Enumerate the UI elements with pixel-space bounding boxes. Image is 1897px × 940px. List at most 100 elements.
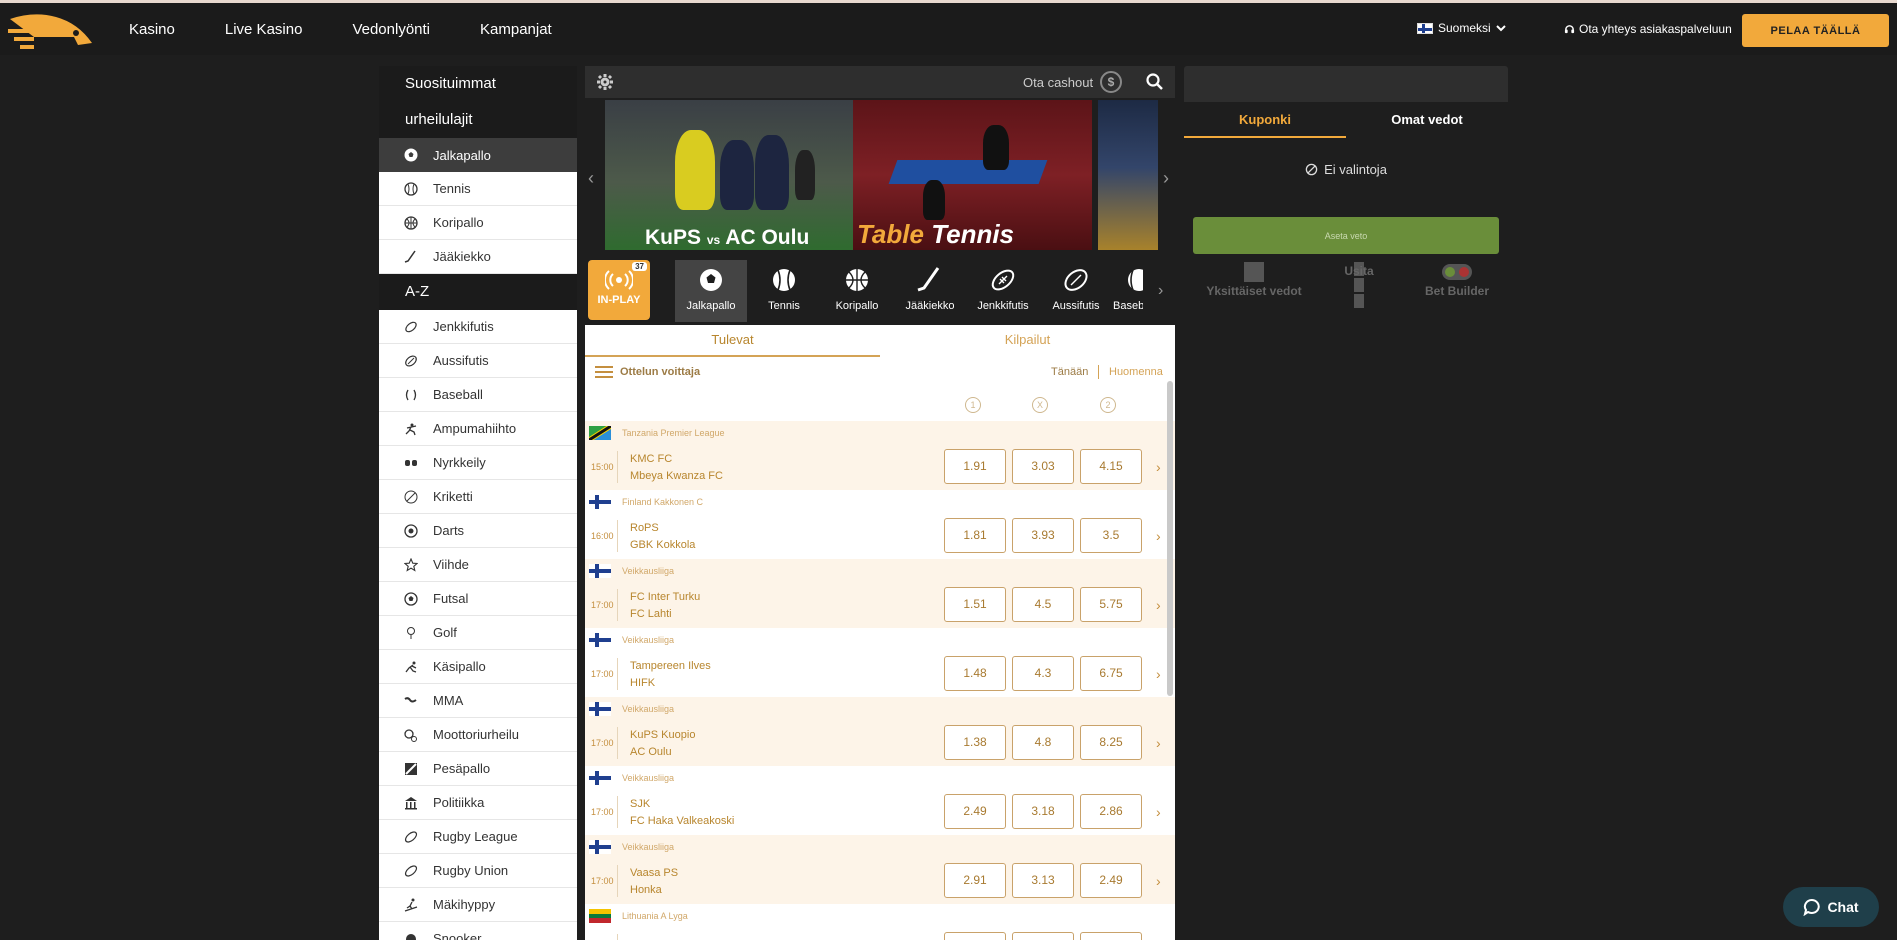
odd-draw-button[interactable]: 3.03 — [1012, 449, 1074, 484]
league-name[interactable]: Veikkausliiga — [622, 635, 674, 645]
sidebar-item-mma[interactable]: MMA — [379, 684, 577, 718]
support-link[interactable]: Ota yhteys asiakaspalveluun — [1564, 22, 1732, 36]
tab-tulevat[interactable]: Tulevat — [585, 325, 880, 357]
odd-away-button[interactable]: 6.75 — [1080, 656, 1142, 691]
odd-home-button[interactable]: 1.48 — [944, 656, 1006, 691]
sidebar-item-nyrkkeily[interactable]: Nyrkkeily — [379, 446, 577, 480]
sidebar-item-rugby-union[interactable]: Rugby Union — [379, 854, 577, 888]
sidebar-item-moottoriurheilu[interactable]: Moottoriurheilu — [379, 718, 577, 752]
sidebar-item-jenkkifutis[interactable]: Jenkkifutis — [379, 310, 577, 344]
league-name[interactable]: Tanzania Premier League — [622, 428, 725, 438]
odd-away-button[interactable] — [1080, 932, 1142, 940]
sport-tab-jenkkifutis[interactable]: Jenkkifutis — [967, 260, 1039, 322]
tab-kilpailut[interactable]: Kilpailut — [880, 325, 1175, 357]
sidebar-item-snooker[interactable]: Snooker — [379, 922, 577, 940]
odd-away-button[interactable]: 2.49 — [1080, 863, 1142, 898]
cashout-label[interactable]: Ota cashout — [1023, 75, 1093, 90]
odd-home-button[interactable]: 1.91 — [944, 449, 1006, 484]
sports-next-icon[interactable]: › — [1158, 282, 1163, 300]
odd-draw-button[interactable] — [1012, 932, 1074, 940]
sidebar-item-politiikka[interactable]: Politiikka — [379, 786, 577, 820]
odd-home-button[interactable]: 1.51 — [944, 587, 1006, 622]
sidebar-item-futsal[interactable]: Futsal — [379, 582, 577, 616]
away-team[interactable]: AC Oulu — [630, 746, 672, 758]
banner-stadium[interactable] — [1098, 100, 1158, 250]
home-team[interactable]: SJK — [630, 798, 650, 810]
odd-away-button[interactable]: 8.25 — [1080, 725, 1142, 760]
cashout-coin-icon[interactable]: $ — [1100, 71, 1122, 93]
sidebar-item-kriketti[interactable]: Kriketti — [379, 480, 577, 514]
odd-home-button[interactable] — [944, 932, 1006, 940]
play-here-button[interactable]: PELAA TÄÄLLÄ — [1742, 14, 1889, 47]
league-name[interactable]: Veikkausliiga — [622, 704, 674, 714]
away-team[interactable]: HIFK — [630, 677, 655, 689]
home-team[interactable]: KuPS Kuopio — [630, 729, 695, 741]
league-name[interactable]: Veikkausliiga — [622, 773, 674, 783]
sidebar-item-jalkapallo[interactable]: Jalkapallo — [379, 138, 577, 172]
sidebar-item-m-kihyppy[interactable]: Mäkihyppy — [379, 888, 577, 922]
home-team[interactable]: FC Inter Turku — [630, 591, 700, 603]
day-today[interactable]: Tänään — [1051, 366, 1088, 378]
sidebar-item-aussifutis[interactable]: Aussifutis — [379, 344, 577, 378]
odd-home-button[interactable]: 1.81 — [944, 518, 1006, 553]
sidebar-item-k-sipallo[interactable]: Käsipallo — [379, 650, 577, 684]
hamburger-menu-icon[interactable] — [595, 365, 613, 379]
league-name[interactable]: Veikkausliiga — [622, 842, 674, 852]
chat-button[interactable]: Chat — [1783, 887, 1879, 927]
odd-draw-button[interactable]: 3.13 — [1012, 863, 1074, 898]
chevron-right-icon[interactable]: › — [1156, 597, 1161, 613]
carousel-next-icon[interactable]: › — [1163, 168, 1169, 189]
odd-draw-button[interactable]: 3.93 — [1012, 518, 1074, 553]
home-team[interactable]: KMC FC — [630, 453, 672, 465]
odd-home-button[interactable]: 1.38 — [944, 725, 1006, 760]
chevron-right-icon[interactable]: › — [1156, 735, 1161, 751]
away-team[interactable]: Mbeya Kwanza FC — [630, 470, 723, 482]
league-name[interactable]: Veikkausliiga — [622, 566, 674, 576]
chevron-right-icon[interactable]: › — [1156, 528, 1161, 544]
sport-tab-koripallo[interactable]: Koripallo — [821, 260, 893, 322]
banner-table-tennis[interactable]: Table Tennis — [853, 100, 1092, 250]
sidebar-item-jaakiekko[interactable]: Jääkiekko — [379, 240, 577, 274]
odd-away-button[interactable]: 4.15 — [1080, 449, 1142, 484]
sidebar-item-golf[interactable]: Golf — [379, 616, 577, 650]
mode-multiples[interactable]: Usita — [1320, 262, 1398, 292]
away-team[interactable]: Honka — [630, 884, 662, 896]
away-team[interactable]: FC Lahti — [630, 608, 672, 620]
tab-omat-vedot[interactable]: Omat vedot — [1346, 102, 1508, 138]
place-bet-button[interactable]: Aseta veto — [1193, 217, 1499, 254]
odd-away-button[interactable]: 2.86 — [1080, 794, 1142, 829]
chevron-right-icon[interactable]: › — [1156, 804, 1161, 820]
tab-kuponki[interactable]: Kuponki — [1184, 102, 1346, 138]
odd-home-button[interactable]: 2.91 — [944, 863, 1006, 898]
search-icon[interactable] — [1145, 72, 1165, 92]
mode-singles[interactable]: Yksittäiset vedot — [1188, 262, 1320, 298]
league-name[interactable]: Finland Kakkonen C — [622, 497, 703, 507]
market-selector[interactable]: Ottelun voittaja — [620, 366, 700, 378]
nav-live-kasino[interactable]: Live Kasino — [225, 21, 303, 38]
sidebar-item-rugby-league[interactable]: Rugby League — [379, 820, 577, 854]
odd-away-button[interactable]: 3.5 — [1080, 518, 1142, 553]
away-team[interactable]: FC Haka Valkeakoski — [630, 815, 734, 827]
sidebar-item-ampumahiihto[interactable]: Ampumahiihto — [379, 412, 577, 446]
chevron-right-icon[interactable]: › — [1156, 666, 1161, 682]
inplay-button[interactable]: 37 IN-PLAY — [588, 260, 650, 320]
odd-home-button[interactable]: 2.49 — [944, 794, 1006, 829]
sidebar-item-pes-pallo[interactable]: Pesäpallo — [379, 752, 577, 786]
home-team[interactable]: RoPS — [630, 522, 659, 534]
gear-icon[interactable] — [595, 72, 615, 92]
sidebar-item-darts[interactable]: Darts — [379, 514, 577, 548]
sidebar-item-viihde[interactable]: Viihde — [379, 548, 577, 582]
nav-vedonlyonti[interactable]: Vedonlyönti — [352, 21, 430, 38]
odd-draw-button[interactable]: 3.18 — [1012, 794, 1074, 829]
sport-tab-tennis[interactable]: Tennis — [748, 260, 820, 322]
sidebar-item-tennis[interactable]: Tennis — [379, 172, 577, 206]
odd-draw-button[interactable]: 4.3 — [1012, 656, 1074, 691]
sidebar-item-baseball[interactable]: Baseball — [379, 378, 577, 412]
sport-tab-jalkapallo[interactable]: Jalkapallo — [675, 260, 747, 322]
away-team[interactable]: GBK Kokkola — [630, 539, 695, 551]
mode-bet-builder[interactable]: Bet Builder — [1412, 262, 1502, 298]
odd-draw-button[interactable]: 4.8 — [1012, 725, 1074, 760]
nav-kasino[interactable]: Kasino — [129, 21, 175, 38]
banner-kups-ac-oulu[interactable]: KuPS vs AC Oulu — [605, 100, 866, 250]
day-tomorrow[interactable]: Huomenna — [1109, 366, 1163, 378]
